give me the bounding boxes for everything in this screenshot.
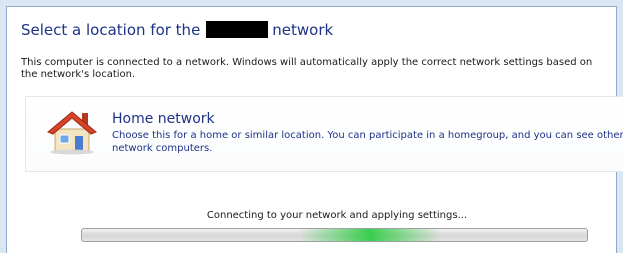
option-description: Choose this for a home or similar locati… — [112, 130, 623, 154]
title-text-before: Select a location for the — [21, 21, 201, 39]
progress-marquee — [299, 229, 441, 241]
redacted-network-name — [206, 21, 269, 38]
title-text-after: network — [272, 21, 334, 39]
status-text: Connecting to your network and applying … — [206, 210, 468, 221]
network-location-dialog: Select a location for the network This co… — [6, 6, 623, 253]
home-network-option[interactable]: Home network Choose this for a home or s… — [25, 96, 623, 172]
dialog-description: This computer is connected to a network.… — [21, 57, 593, 80]
house-icon — [47, 111, 97, 155]
progress-bar — [81, 228, 588, 242]
option-title: Home network — [112, 111, 215, 127]
dialog-title: Select a location for the network — [21, 21, 333, 39]
